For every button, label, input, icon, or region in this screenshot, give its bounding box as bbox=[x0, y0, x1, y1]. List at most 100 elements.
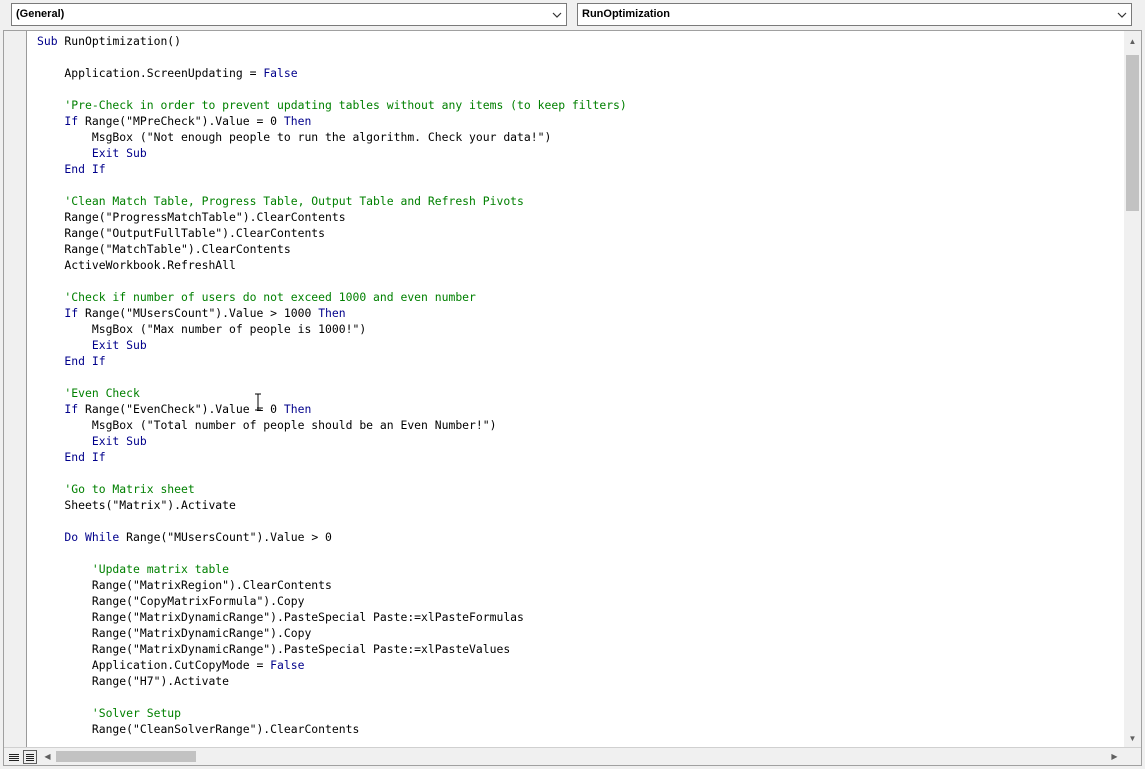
code-area[interactable]: Sub RunOptimization() Application.Screen… bbox=[28, 31, 1125, 747]
chevron-down-icon[interactable] bbox=[551, 9, 563, 21]
code-line[interactable]: 'Update matrix table bbox=[37, 561, 1125, 577]
code-line[interactable]: End If bbox=[37, 449, 1125, 465]
keyword-token: False bbox=[270, 658, 305, 672]
comment-token: 'Go to Matrix sheet bbox=[37, 482, 195, 496]
code-token: MsgBox ("Total number of people should b… bbox=[37, 418, 497, 432]
horizontal-scroll-thumb[interactable] bbox=[56, 751, 196, 762]
keyword-token: Then bbox=[283, 114, 312, 128]
keyword-token: False bbox=[263, 66, 298, 80]
code-line[interactable]: Range("CleanSolverRange").ClearContents bbox=[37, 721, 1125, 737]
keyword-token: Exit Sub bbox=[37, 338, 147, 352]
vertical-scroll-thumb[interactable] bbox=[1126, 55, 1139, 211]
code-line[interactable] bbox=[37, 81, 1125, 97]
code-line[interactable] bbox=[37, 513, 1125, 529]
keyword-token: Then bbox=[318, 306, 346, 320]
code-line[interactable]: If Range("MUsersCount").Value > 1000 The… bbox=[37, 305, 1125, 321]
code-token: Range("MatrixRegion").ClearContents bbox=[37, 578, 332, 592]
code-token: Range("OutputFullTable").ClearContents bbox=[37, 226, 326, 240]
code-line[interactable]: Range("H7").Activate bbox=[37, 673, 1125, 689]
object-dropdown[interactable]: (General) bbox=[11, 3, 567, 26]
code-line[interactable]: 'Clean Match Table, Progress Table, Outp… bbox=[37, 193, 1125, 209]
code-token: Range("MatrixDynamicRange").PasteSpecial… bbox=[37, 610, 524, 624]
code-line[interactable] bbox=[37, 273, 1125, 289]
code-line[interactable]: 'Check if number of users do not exceed … bbox=[37, 289, 1125, 305]
comment-token: 'Clean Match Table, Progress Table, Outp… bbox=[37, 194, 524, 208]
code-line[interactable]: Range("CopyMatrixFormula").Copy bbox=[37, 593, 1125, 609]
code-token: MsgBox ("Max number of people is 1000!") bbox=[37, 322, 367, 336]
code-line[interactable]: Range("ProgressMatchTable").ClearContent… bbox=[37, 209, 1125, 225]
keyword-token: If bbox=[37, 306, 79, 320]
code-line[interactable]: MsgBox ("Max number of people is 1000!") bbox=[37, 321, 1125, 337]
scroll-down-icon[interactable]: ▼ bbox=[1124, 730, 1141, 747]
keyword-token: If bbox=[37, 402, 79, 416]
code-token: Application.CutCopyMode = bbox=[37, 658, 271, 672]
code-line[interactable]: Sheets("Matrix").Activate bbox=[37, 497, 1125, 513]
scroll-up-icon[interactable]: ▲ bbox=[1124, 33, 1141, 50]
vertical-scrollbar[interactable]: ▲ ▼ bbox=[1124, 31, 1141, 747]
code-token: Range("ProgressMatchTable").ClearContent… bbox=[37, 210, 346, 224]
code-line[interactable] bbox=[37, 49, 1125, 65]
code-token: Range("MatrixDynamicRange").PasteSpecial… bbox=[37, 642, 511, 656]
procedure-view-icon[interactable] bbox=[7, 750, 21, 764]
code-line[interactable]: Range("MatrixDynamicRange").PasteSpecial… bbox=[37, 641, 1125, 657]
object-dropdown-value: (General) bbox=[16, 8, 65, 20]
code-line[interactable]: Exit Sub bbox=[37, 433, 1125, 449]
code-token: ActiveWorkbook.RefreshAll bbox=[37, 258, 236, 272]
code-token: MsgBox ("Not enough people to run the al… bbox=[37, 130, 552, 144]
comment-token: 'Even Check bbox=[37, 386, 140, 400]
code-line[interactable]: Exit Sub bbox=[37, 337, 1125, 353]
code-token: Range("MUsersCount").Value > 1000 bbox=[78, 306, 319, 320]
code-line[interactable]: Application.ScreenUpdating = False bbox=[37, 65, 1125, 81]
code-line[interactable]: 'Solver Setup bbox=[37, 705, 1125, 721]
code-line[interactable]: MsgBox ("Total number of people should b… bbox=[37, 417, 1125, 433]
chevron-down-icon[interactable] bbox=[1116, 9, 1128, 21]
keyword-token: Exit Sub bbox=[37, 434, 147, 448]
comment-token: 'Solver Setup bbox=[37, 706, 182, 720]
code-line[interactable]: MsgBox ("Not enough people to run the al… bbox=[37, 129, 1125, 145]
full-module-view-icon[interactable] bbox=[23, 750, 37, 764]
keyword-token: Exit Sub bbox=[37, 146, 147, 160]
code-token: Range("H7").Activate bbox=[37, 674, 230, 688]
keyword-token: Do While bbox=[37, 530, 120, 544]
code-token: Range("MPreCheck").Value = 0 bbox=[78, 114, 284, 128]
code-line[interactable]: Range("MatchTable").ClearContents bbox=[37, 241, 1125, 257]
keyword-token: End If bbox=[37, 162, 106, 176]
code-line[interactable]: Range("MatrixDynamicRange").PasteSpecial… bbox=[37, 609, 1125, 625]
code-token: Sheets("Matrix").Activate bbox=[37, 498, 236, 512]
code-token: Range("MatchTable").ClearContents bbox=[37, 242, 291, 256]
code-line[interactable]: Sub RunOptimization() bbox=[37, 33, 1125, 49]
code-line[interactable] bbox=[37, 465, 1125, 481]
code-token: Range("MUsersCount").Value > 0 bbox=[119, 530, 332, 544]
code-line[interactable] bbox=[37, 689, 1125, 705]
code-token: Range("CleanSolverRange").ClearContents bbox=[37, 722, 360, 736]
code-line[interactable]: Range("OutputFullTable").ClearContents bbox=[37, 225, 1125, 241]
code-line[interactable]: If Range("MPreCheck").Value = 0 Then bbox=[37, 113, 1125, 129]
horizontal-scrollbar[interactable]: ◀ ▶ bbox=[39, 748, 1123, 765]
code-line[interactable]: Application.CutCopyMode = False bbox=[37, 657, 1125, 673]
code-line[interactable] bbox=[37, 177, 1125, 193]
comment-token: 'Check if number of users do not exceed … bbox=[37, 290, 476, 304]
code-line[interactable]: 'Pre-Check in order to prevent updating … bbox=[37, 97, 1125, 113]
scroll-left-icon[interactable]: ◀ bbox=[39, 748, 56, 765]
procedure-dropdown[interactable]: RunOptimization bbox=[577, 3, 1132, 26]
code-line[interactable]: End If bbox=[37, 353, 1125, 369]
code-line[interactable] bbox=[37, 369, 1125, 385]
code-line[interactable]: End If bbox=[37, 161, 1125, 177]
keyword-token: If bbox=[37, 114, 79, 128]
code-line[interactable]: If Range("EvenCheck").Value = 0 Then bbox=[37, 401, 1125, 417]
code-line[interactable]: Range("MatrixDynamicRange").Copy bbox=[37, 625, 1125, 641]
code-line[interactable] bbox=[37, 545, 1125, 561]
code-line[interactable]: 'Go to Matrix sheet bbox=[37, 481, 1125, 497]
code-token: Range("MatrixDynamicRange").Copy bbox=[37, 626, 312, 640]
scroll-right-icon[interactable]: ▶ bbox=[1106, 748, 1123, 765]
code-line[interactable]: Range("MatrixRegion").ClearContents bbox=[37, 577, 1125, 593]
code-token: RunOptimization() bbox=[57, 34, 182, 48]
code-line[interactable]: Do While Range("MUsersCount").Value > 0 bbox=[37, 529, 1125, 545]
code-line[interactable]: Exit Sub bbox=[37, 145, 1125, 161]
code-token: Application.ScreenUpdating = bbox=[37, 66, 264, 80]
code-line[interactable]: 'Even Check bbox=[37, 385, 1125, 401]
code-editor: Sub RunOptimization() Application.Screen… bbox=[3, 30, 1142, 766]
keyword-token: End If bbox=[37, 450, 106, 464]
code-line[interactable]: ActiveWorkbook.RefreshAll bbox=[37, 257, 1125, 273]
margin-indicator-bar[interactable] bbox=[4, 31, 27, 747]
